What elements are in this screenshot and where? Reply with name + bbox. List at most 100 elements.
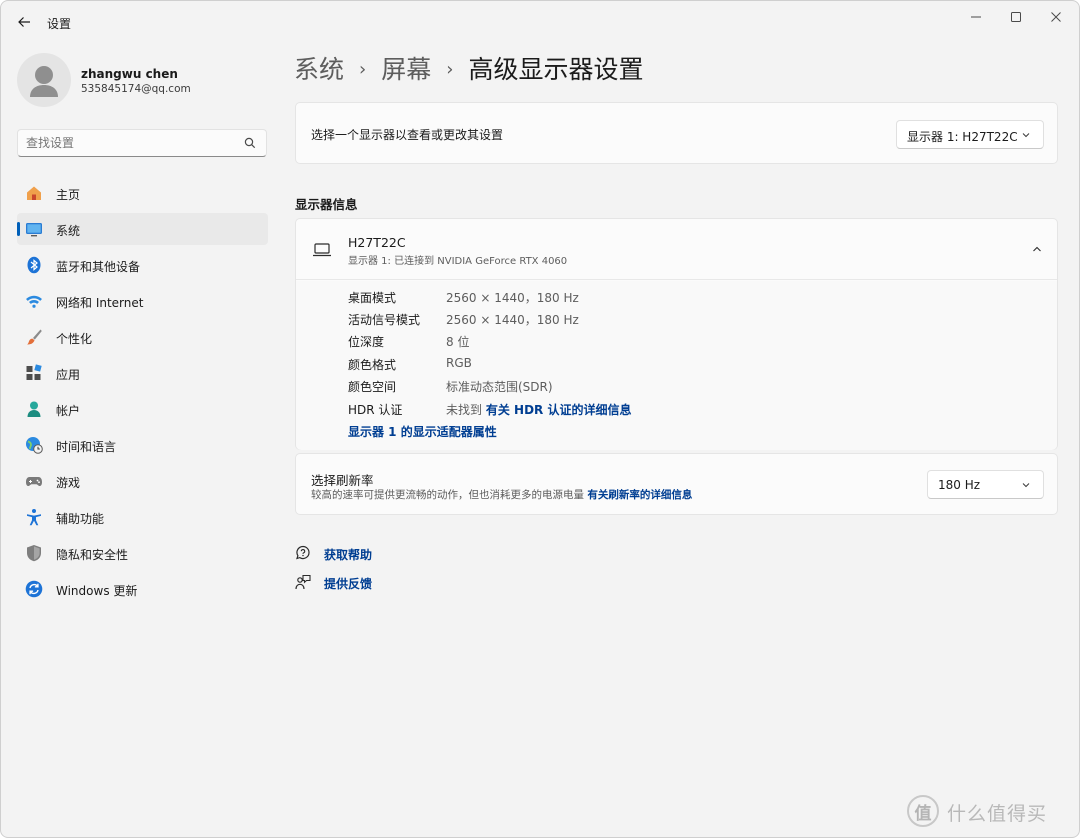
sidebar-item-bluetooth[interactable]: 蓝牙和其他设备 xyxy=(17,249,268,281)
settings-window: 设置 zhangwu chen 535845174@qq.com 主页 xyxy=(0,0,1080,838)
minimize-icon xyxy=(971,16,981,18)
info-value: 标准动态范围(SDR) xyxy=(446,380,553,394)
close-button[interactable] xyxy=(1037,5,1075,29)
info-key: HDR 认证 xyxy=(348,403,403,417)
sidebar-item-accounts[interactable]: 帐户 xyxy=(17,393,268,425)
sidebar-item-system[interactable]: 系统 xyxy=(17,213,268,245)
display-select-label: 选择一个显示器以查看或更改其设置 xyxy=(311,128,504,142)
sidebar-item-label: 辅助功能 xyxy=(56,512,105,526)
monitor-name: H27T22C xyxy=(348,235,406,250)
info-key: 颜色格式 xyxy=(348,358,397,372)
info-value: 未找到 有关 HDR 认证的详细信息 xyxy=(446,401,631,418)
minimize-button[interactable] xyxy=(957,5,995,29)
breadcrumb-chevron-icon: › xyxy=(359,59,367,80)
monitor-connection: 显示器 1: 已连接到 NVIDIA GeForce RTX 4060 xyxy=(348,256,568,267)
sidebar-item-apps[interactable]: 应用 xyxy=(17,357,268,389)
adapter-properties-link[interactable]: 显示器 1 的显示适配器属性 xyxy=(348,423,497,440)
section-title: 显示器信息 xyxy=(295,197,358,212)
search-icon xyxy=(244,137,256,149)
sidebar-item-label: 系统 xyxy=(56,224,81,238)
breadcrumb: 系统 › 屏幕 › 高级显示器设置 xyxy=(294,53,643,89)
sidebar-item-privacy[interactable]: 隐私和安全性 xyxy=(17,537,268,569)
bluetooth-icon xyxy=(27,256,41,274)
sidebar-item-label: 隐私和安全性 xyxy=(56,548,129,562)
sidebar-item-windows-update[interactable]: Windows 更新 xyxy=(17,573,268,605)
search-box[interactable] xyxy=(17,129,267,157)
display-info-body: 桌面模式 2560 × 1440，180 Hz 活动信号模式 2560 × 14… xyxy=(296,281,1057,450)
search-input[interactable] xyxy=(26,136,226,150)
user-email: 535845174@qq.com xyxy=(81,83,191,95)
watermark-badge: 值 xyxy=(907,795,939,827)
user-name: zhangwu chen xyxy=(81,67,178,81)
sidebar-item-label: 应用 xyxy=(56,368,81,382)
sidebar-item-label: Windows 更新 xyxy=(56,584,138,598)
info-value: 2560 × 1440，180 Hz xyxy=(446,313,579,327)
sidebar-item-label: 蓝牙和其他设备 xyxy=(56,260,141,274)
hdr-info-link[interactable]: 有关 HDR 认证的详细信息 xyxy=(486,403,632,417)
info-value: 8 位 xyxy=(446,335,470,349)
chevron-down-icon xyxy=(1022,133,1030,138)
display-dropdown[interactable]: 显示器 1: H27T22C xyxy=(896,120,1044,149)
info-value: RGB xyxy=(446,356,472,370)
sidebar-item-label: 个性化 xyxy=(56,332,93,346)
breadcrumb-item-system[interactable]: 系统 xyxy=(294,55,344,84)
display-dropdown-value: 显示器 1: H27T22C xyxy=(907,130,1018,144)
breadcrumb-chevron-icon: › xyxy=(446,59,454,80)
breadcrumb-item-display[interactable]: 屏幕 xyxy=(381,55,431,84)
shield-icon xyxy=(27,545,41,562)
sidebar-item-accessibility[interactable]: 辅助功能 xyxy=(17,501,268,533)
give-feedback-label: 提供反馈 xyxy=(324,577,373,591)
sidebar-item-time-language[interactable]: 时间和语言 xyxy=(17,429,268,461)
gamepad-icon xyxy=(26,477,42,486)
refresh-rate-value: 180 Hz xyxy=(938,478,981,492)
get-help-label: 获取帮助 xyxy=(324,548,373,562)
hdr-status: 未找到 xyxy=(446,403,483,417)
chevron-up-icon[interactable] xyxy=(1031,243,1043,255)
sidebar-item-label: 时间和语言 xyxy=(56,440,117,454)
chevron-down-icon xyxy=(1022,483,1030,488)
home-icon xyxy=(27,186,41,200)
paintbrush-icon xyxy=(27,329,42,345)
watermark-text: 什么值得买 xyxy=(947,803,1048,825)
globe-clock-icon xyxy=(26,437,43,454)
sidebar-nav: 主页 系统 蓝牙和其他设备 网络和 Internet 个性化 应用 帐户 时间和… xyxy=(17,177,268,609)
refresh-rate-desc-text: 较高的速率可提供更流畅的动作，但也消耗更多的电源电量 xyxy=(311,489,584,501)
sidebar-item-network[interactable]: 网络和 Internet xyxy=(17,285,268,317)
user-avatar-icon xyxy=(30,66,58,97)
display-select-card: 选择一个显示器以查看或更改其设置 显示器 1: H27T22C xyxy=(295,102,1058,164)
laptop-icon xyxy=(313,243,331,257)
page-title: 高级显示器设置 xyxy=(468,55,644,84)
account-icon xyxy=(27,401,41,417)
sidebar-item-personalization[interactable]: 个性化 xyxy=(17,321,268,353)
info-value: 2560 × 1440，180 Hz xyxy=(446,291,579,305)
sidebar-item-gaming[interactable]: 游戏 xyxy=(17,465,268,497)
back-arrow-icon xyxy=(18,17,30,27)
sidebar-item-home[interactable]: 主页 xyxy=(17,177,268,209)
display-info-card: H27T22C 显示器 1: 已连接到 NVIDIA GeForce RTX 4… xyxy=(295,218,1058,450)
feedback-icon xyxy=(295,574,311,590)
apps-icon xyxy=(26,364,42,380)
maximize-icon xyxy=(1011,12,1021,22)
refresh-rate-card: 选择刷新率 较高的速率可提供更流畅的动作，但也消耗更多的电源电量 有关刷新率的详… xyxy=(295,453,1058,515)
help-icon xyxy=(296,545,310,560)
windows-update-icon xyxy=(25,580,43,598)
sidebar-item-label: 帐户 xyxy=(56,404,81,418)
maximize-button[interactable] xyxy=(997,5,1035,29)
refresh-rate-dropdown[interactable]: 180 Hz xyxy=(927,470,1044,499)
refresh-rate-description: 较高的速率可提供更流畅的动作，但也消耗更多的电源电量 有关刷新率的详细信息 xyxy=(311,487,692,502)
app-title: 设置 xyxy=(47,17,72,31)
sidebar-item-label: 主页 xyxy=(56,188,81,202)
title-bar: 设置 xyxy=(1,1,1079,45)
display-info-header[interactable]: H27T22C 显示器 1: 已连接到 NVIDIA GeForce RTX 4… xyxy=(296,219,1057,280)
info-key: 颜色空间 xyxy=(348,380,397,394)
wifi-icon xyxy=(26,295,42,308)
info-key: 桌面模式 xyxy=(348,291,397,305)
refresh-rate-info-link[interactable]: 有关刷新率的详细信息 xyxy=(587,489,692,501)
accessibility-icon xyxy=(27,509,41,526)
watermark-logo: 值 什么值得买 xyxy=(907,793,1067,829)
info-key: 位深度 xyxy=(348,335,385,349)
back-button[interactable] xyxy=(13,11,35,33)
avatar xyxy=(17,53,71,107)
system-display-icon xyxy=(26,223,42,237)
info-key: 活动信号模式 xyxy=(348,313,421,327)
